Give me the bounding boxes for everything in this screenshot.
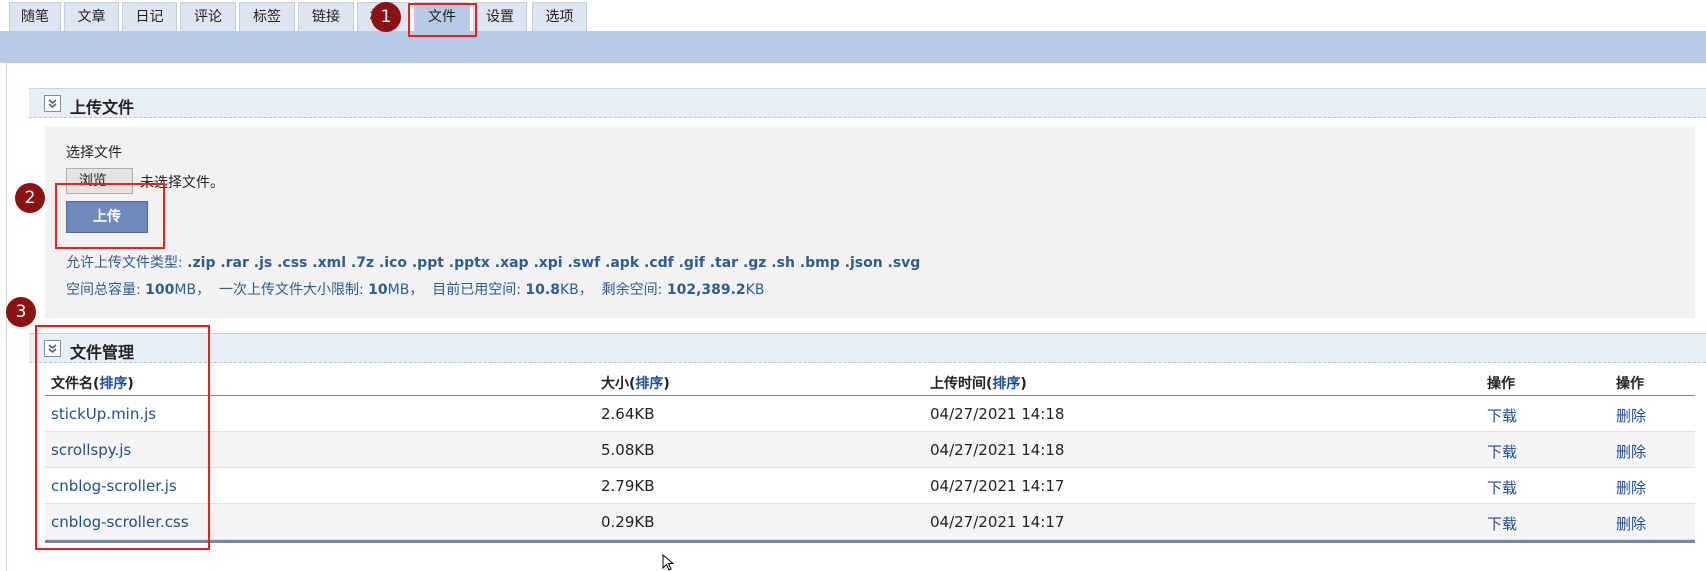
download-link[interactable]: 下载 — [1487, 513, 1517, 534]
tab-settings[interactable]: 设置 — [473, 2, 527, 31]
quota-single-value: 10 — [368, 282, 388, 298]
delete-link[interactable]: 删除 — [1616, 441, 1646, 462]
file-size: 2.64KB — [601, 405, 655, 423]
quota-total-value: 100 — [145, 282, 175, 298]
tab-comments[interactable]: 评论 — [180, 2, 236, 31]
header-close-paren: ) — [1020, 376, 1027, 392]
annotation-box-upload — [55, 183, 165, 249]
quota-used-label: 目前已用空间: — [432, 282, 521, 298]
annotation-badge-2: 2 — [15, 183, 45, 213]
annotation-badge-1: 1 — [371, 2, 401, 32]
files-section-header: 文件管理 — [29, 333, 1706, 363]
sort-by-time-link[interactable]: 排序 — [992, 376, 1020, 392]
delete-link[interactable]: 删除 — [1616, 477, 1646, 498]
quota-single-unit: MB， — [387, 282, 424, 298]
file-size: 0.29KB — [601, 513, 655, 531]
file-upload-time: 04/27/2021 14:18 — [930, 405, 1065, 423]
file-upload-time: 04/27/2021 14:17 — [930, 513, 1065, 531]
download-link[interactable]: 下载 — [1487, 477, 1517, 498]
quota-total-label: 空间总容量: — [66, 282, 141, 298]
allowed-types-text: 允许上传文件类型: .zip .rar .js .css .xml .7z .i… — [66, 252, 920, 272]
sort-by-size-link[interactable]: 排序 — [635, 376, 663, 392]
delete-link[interactable]: 删除 — [1616, 513, 1646, 534]
quota-used-value: 10.8 — [525, 282, 560, 298]
allowed-types-list: .zip .rar .js .css .xml .7z .ico .ppt .p… — [187, 255, 921, 271]
upload-section-title: 上传文件 — [70, 98, 135, 117]
collapse-icon[interactable] — [44, 95, 61, 112]
header-time-label: 上传时间( — [930, 376, 993, 392]
download-link[interactable]: 下载 — [1487, 441, 1517, 462]
tab-links[interactable]: 链接 — [298, 2, 354, 31]
header-close-paren: ) — [663, 376, 670, 392]
header-size-label: 大小( — [601, 376, 636, 392]
quota-free-value: 102,389.2 — [666, 282, 746, 298]
table-bottom-border — [45, 540, 1695, 543]
header-size: 大小(排序) — [601, 373, 670, 393]
quota-free-unit: KB — [745, 282, 765, 298]
tab-underline-band — [0, 31, 1706, 63]
header-upload-time: 上传时间(排序) — [930, 373, 1027, 393]
tab-options[interactable]: 选项 — [532, 2, 587, 31]
quota-used-unit: KB， — [559, 282, 593, 298]
tab-bar: 随笔 文章 日记 评论 标签 链接 相册 文件 设置 选项 — [0, 0, 1706, 31]
file-size: 5.08KB — [601, 441, 655, 459]
annotation-box-file-list — [35, 325, 210, 550]
table-row: scrollspy.js 5.08KB 04/27/2021 14:18 下载 … — [45, 432, 1695, 468]
allowed-types-label: 允许上传文件类型: — [66, 255, 183, 271]
file-size: 2.79KB — [601, 477, 655, 495]
header-operation-delete: 操作 — [1616, 376, 1644, 392]
tab-diary[interactable]: 日记 — [122, 2, 177, 31]
upload-section-header: 上传文件 — [29, 88, 1706, 118]
annotation-box-files-tab — [408, 3, 477, 37]
tab-articles[interactable]: 文章 — [64, 2, 119, 31]
download-link[interactable]: 下载 — [1487, 405, 1517, 426]
tab-posts[interactable]: 随笔 — [9, 2, 61, 31]
file-upload-time: 04/27/2021 14:18 — [930, 441, 1065, 459]
table-row: cnblog-scroller.js 2.79KB 04/27/2021 14:… — [45, 468, 1695, 504]
choose-file-label: 选择文件 — [66, 145, 122, 161]
table-row: cnblog-scroller.css 0.29KB 04/27/2021 14… — [45, 504, 1695, 540]
table-row: stickUp.min.js 2.64KB 04/27/2021 14:18 下… — [45, 396, 1695, 432]
header-operation-download: 操作 — [1487, 376, 1515, 392]
quota-text: 空间总容量: 100MB， 一次上传文件大小限制: 10MB， 目前已用空间: … — [66, 279, 764, 299]
file-upload-time: 04/27/2021 14:17 — [930, 477, 1065, 495]
tab-tags[interactable]: 标签 — [239, 2, 295, 31]
quota-single-label: 一次上传文件大小限制: — [219, 282, 364, 298]
delete-link[interactable]: 删除 — [1616, 405, 1646, 426]
annotation-badge-3: 3 — [6, 297, 36, 327]
mouse-cursor-icon — [662, 554, 675, 571]
quota-total-unit: MB， — [174, 282, 211, 298]
quota-free-label: 剩余空间: — [601, 282, 663, 298]
